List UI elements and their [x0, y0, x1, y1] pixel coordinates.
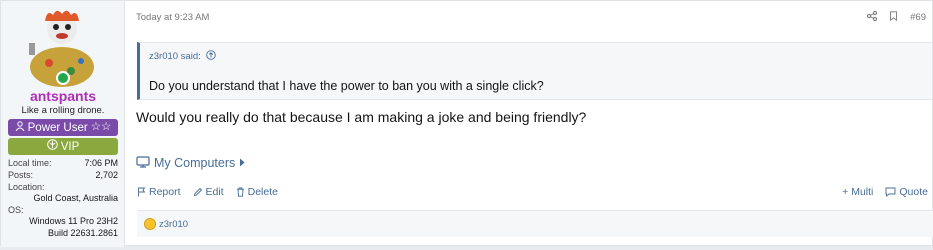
power-user-banner: Power User ☆☆: [8, 119, 118, 136]
power-user-label: Power User: [27, 121, 88, 134]
user-sidebar: antspants Like a rolling drone. Power Us…: [1, 1, 125, 247]
vip-banner: VIP: [8, 138, 118, 155]
report-label: Report: [149, 186, 181, 198]
quote-icon: [885, 187, 896, 197]
post-footer-actions: Report Edit Delete: [137, 186, 278, 198]
flag-icon: [137, 187, 146, 197]
os-label: OS:: [8, 205, 24, 215]
posts-label: Posts:: [8, 170, 34, 180]
multi-quote-button[interactable]: + Multi: [842, 186, 873, 198]
location-value[interactable]: Gold Coast, Australia: [33, 193, 118, 203]
quote-author[interactable]: z3r010 said:: [149, 51, 201, 62]
post-container: antspants Like a rolling drone. Power Us…: [0, 0, 933, 247]
bookmark-icon[interactable]: [889, 11, 898, 24]
caret-right-icon: [239, 157, 245, 170]
quote-text: Do you understand that I have the power …: [149, 79, 544, 93]
arrow-up-circle-icon[interactable]: [206, 50, 216, 63]
edit-label: Edit: [205, 186, 224, 198]
computer-icon: [136, 156, 150, 171]
reaction-user[interactable]: z3r010: [159, 219, 188, 230]
quote-block: z3r010 said: Do you understand that I ha…: [137, 42, 933, 100]
multi-label: Multi: [851, 186, 874, 198]
os-line2-row: Build 22631.2861: [8, 228, 118, 240]
post-date[interactable]: Today at 9:23 AM: [136, 12, 209, 23]
star-icons: ☆☆: [90, 120, 112, 133]
os-value-line1: Windows 11 Pro 23H2: [29, 216, 118, 226]
post-message: Would you really do that because I am ma…: [136, 109, 587, 125]
delete-button[interactable]: Delete: [236, 186, 278, 198]
location-value-row: Gold Coast, Australia: [8, 193, 118, 205]
post-top-actions: #69: [867, 11, 926, 24]
posts-row: Posts: 2,702: [8, 170, 118, 182]
quote-button[interactable]: Quote: [885, 186, 928, 198]
plus-icon: +: [842, 185, 849, 198]
local-time-value: 7:06 PM: [84, 158, 118, 168]
quote-header[interactable]: z3r010 said:: [149, 50, 216, 63]
vip-label: VIP: [60, 140, 80, 153]
post-footer-right-actions: + Multi Quote: [842, 186, 928, 198]
post-number[interactable]: #69: [910, 12, 926, 23]
online-status-icon: [56, 71, 70, 85]
location-label: Location:: [8, 182, 45, 192]
pencil-icon: [193, 187, 203, 197]
local-time-label: Local time:: [8, 158, 52, 168]
posts-value[interactable]: 2,702: [95, 170, 118, 180]
edit-button[interactable]: Edit: [193, 186, 224, 198]
local-time-row: Local time: 7:06 PM: [8, 158, 118, 170]
reactions-bar: z3r010: [137, 210, 933, 237]
os-line1-row: Windows 11 Pro 23H2: [8, 216, 118, 228]
user-icon: [15, 121, 25, 135]
laugh-reaction-icon[interactable]: [144, 218, 156, 230]
os-value-line2: Build 22631.2861: [47, 228, 118, 238]
quote-label: Quote: [899, 186, 928, 198]
delete-label: Delete: [247, 186, 278, 198]
report-button[interactable]: Report: [137, 186, 181, 198]
post-main: Today at 9:23 AM #69 z3r010 said: Do you…: [126, 1, 933, 247]
share-icon[interactable]: [867, 11, 878, 24]
trash-icon: [236, 187, 245, 197]
user-title: Like a rolling drone.: [21, 105, 105, 116]
my-computers-toggle[interactable]: My Computers: [136, 156, 245, 171]
username[interactable]: antspants: [1, 88, 125, 104]
leaf-icon: [46, 139, 58, 154]
my-computers-label[interactable]: My Computers: [154, 156, 235, 170]
